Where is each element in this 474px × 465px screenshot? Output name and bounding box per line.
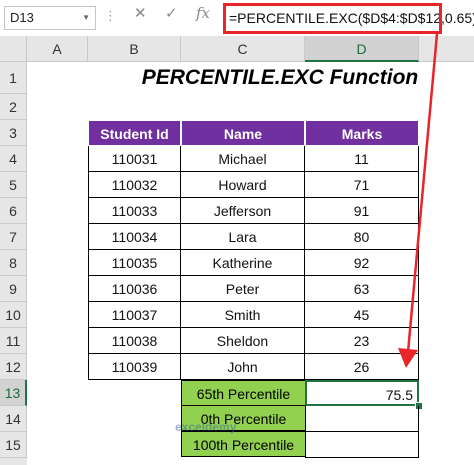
watermark-logo: exceldemy	[175, 420, 237, 434]
annotation-arrow	[398, 33, 439, 368]
